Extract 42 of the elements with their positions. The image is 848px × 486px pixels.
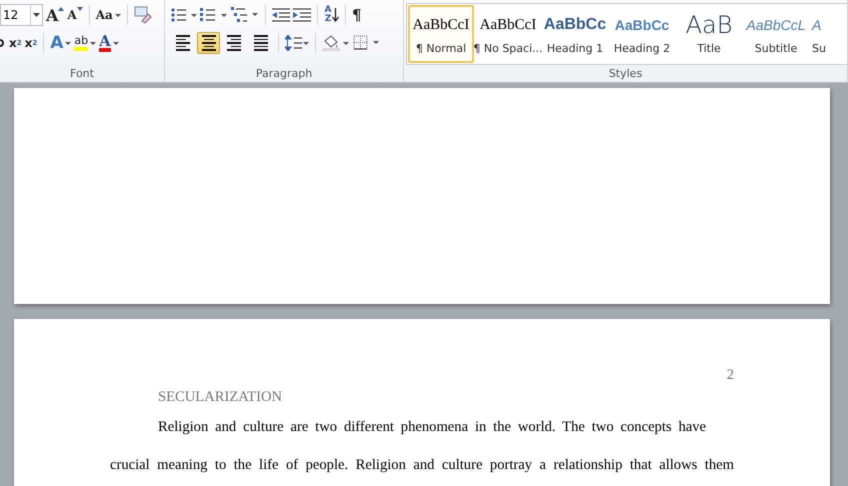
shading-icon[interactable] [322, 35, 350, 51]
group-label: Styles [608, 67, 644, 80]
numbered-list-icon[interactable] [200, 8, 228, 22]
align-button[interactable] [197, 32, 220, 54]
shrink-font-button[interactable]: A [67, 5, 83, 25]
body-text-line: Religion and culture are two different phenomena in the world. The two concepts have [157, 419, 707, 437]
style-gallery-item[interactable]: AaBbCc Heading 1 [542, 5, 608, 63]
sort-button[interactable]: AZ [324, 5, 339, 25]
caret-icon [90, 42, 96, 44]
text-effects-button[interactable]: A [50, 33, 72, 53]
show-formatting-button[interactable]: ¶ [352, 5, 362, 25]
decrease-indent-icon[interactable] [272, 8, 290, 22]
body-text-line: crucial meaning to the life of people. Religion and culture portray a relationship that allows them [110, 457, 734, 475]
style-gallery-item[interactable]: AaBbCcI ¶ No Spaci... [475, 5, 541, 63]
caret-icon [114, 14, 121, 16]
down-arrow-icon [332, 8, 339, 22]
caret-icon [33, 13, 40, 17]
grow-font-button[interactable]: A [46, 5, 64, 25]
style-gallery-item[interactable]: AaBbCc Heading 2 [609, 5, 675, 63]
document-heading: SECULARIZATION [158, 389, 284, 407]
group-label: Font [69, 67, 95, 80]
style-gallery-item[interactable]: AaBbCcI ¶ Normal [408, 5, 474, 63]
borders-icon[interactable] [353, 35, 381, 51]
change-case-button[interactable]: Aa [96, 5, 121, 25]
increase-indent-icon[interactable] [293, 8, 311, 22]
eraser-icon[interactable] [134, 6, 152, 24]
style-gallery-item[interactable]: A Su [810, 5, 828, 63]
highlight-button[interactable]: ab [74, 33, 96, 53]
font-color-button[interactable]: A [99, 33, 119, 53]
up-triangle-icon [58, 7, 64, 11]
multilevel-list-icon[interactable] [231, 7, 259, 23]
group-label: Paragraph [254, 67, 314, 80]
caret-icon [112, 42, 119, 44]
style-gallery-item[interactable]: AaBbCcL Subtitle [743, 5, 809, 63]
caret-icon [65, 42, 72, 44]
down-triangle-icon [76, 7, 83, 11]
font-size-field[interactable]: 12 [0, 4, 43, 26]
style-gallery-item[interactable]: AaB Title [676, 5, 742, 63]
line-spacing-icon[interactable] [285, 35, 309, 51]
superscript-button[interactable]: x$^{2}$ [24, 33, 38, 53]
bullet-list-icon[interactable] [171, 8, 197, 22]
page-number: 2 [726, 367, 734, 385]
